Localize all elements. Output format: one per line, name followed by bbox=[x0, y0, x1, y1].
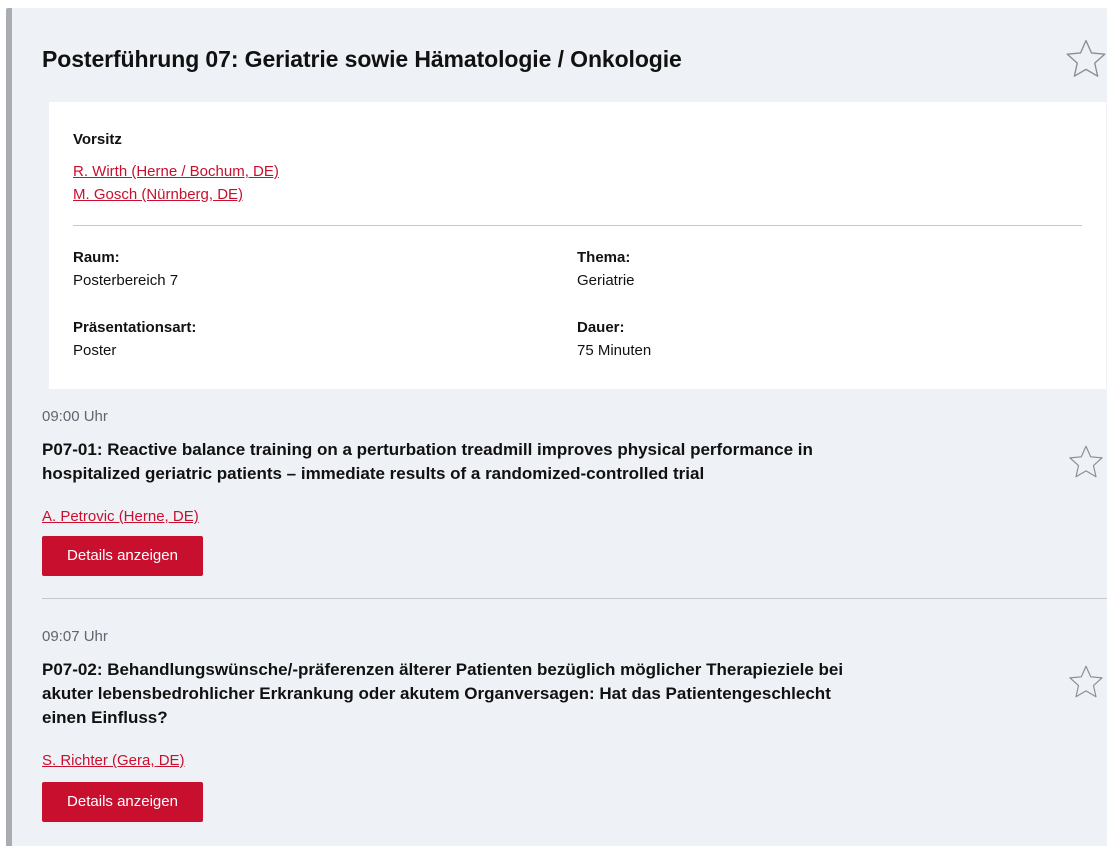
presentation-type-value: Poster bbox=[73, 342, 117, 359]
room-label: Raum: bbox=[73, 249, 120, 266]
favorite-session-star-icon[interactable] bbox=[1065, 38, 1107, 80]
duration-label: Dauer: bbox=[577, 319, 625, 336]
info-divider bbox=[73, 225, 1082, 226]
presentation-title-line: akuter lebensbedrohlicher Erkrankung ode… bbox=[42, 684, 831, 703]
presentation-title-line: hospitalized geriatric patients – immedi… bbox=[42, 464, 705, 483]
presentation-title-line: P07-01: Reactive balance training on a p… bbox=[42, 440, 813, 459]
page: Posterführung 07: Geriatrie sowie Hämato… bbox=[0, 0, 1107, 846]
chair-label: Vorsitz bbox=[73, 131, 122, 148]
presentation-author-link[interactable]: S. Richter (Gera, DE) bbox=[42, 752, 185, 769]
session-info-box: Vorsitz R. Wirth (Herne / Bochum, DE) M.… bbox=[49, 102, 1106, 389]
presentation-time: 09:00 Uhr bbox=[42, 408, 108, 425]
presentation-title: P07-02: Behandlungswünsche/-präferenzen … bbox=[42, 658, 843, 730]
duration-value: 75 Minuten bbox=[577, 342, 652, 359]
row-divider bbox=[42, 598, 1107, 599]
topic-value: Geriatrie bbox=[577, 272, 635, 289]
topic-label: Thema: bbox=[577, 249, 631, 266]
favorite-presentation-star-icon[interactable] bbox=[1068, 664, 1104, 700]
session-panel: Posterführung 07: Geriatrie sowie Hämato… bbox=[6, 8, 1107, 846]
favorite-presentation-star-icon[interactable] bbox=[1068, 444, 1104, 480]
presentation-author-link[interactable]: A. Petrovic (Herne, DE) bbox=[42, 508, 199, 525]
details-button[interactable]: Details anzeigen bbox=[42, 782, 203, 822]
presentation-title-line: P07-02: Behandlungswünsche/-präferenzen … bbox=[42, 660, 844, 679]
presentation-title-line: einen Einfluss? bbox=[42, 708, 168, 727]
session-title: Posterführung 07: Geriatrie sowie Hämato… bbox=[42, 46, 682, 72]
presentation-type-label: Präsentationsart: bbox=[73, 319, 197, 336]
presentation-time: 09:07 Uhr bbox=[42, 628, 108, 645]
chair-link-1[interactable]: R. Wirth (Herne / Bochum, DE) bbox=[73, 163, 279, 180]
room-value: Posterbereich 7 bbox=[73, 272, 179, 289]
details-button[interactable]: Details anzeigen bbox=[42, 536, 203, 576]
presentation-title: P07-01: Reactive balance training on a p… bbox=[42, 438, 813, 486]
chair-link-2[interactable]: M. Gosch (Nürnberg, DE) bbox=[73, 186, 243, 203]
